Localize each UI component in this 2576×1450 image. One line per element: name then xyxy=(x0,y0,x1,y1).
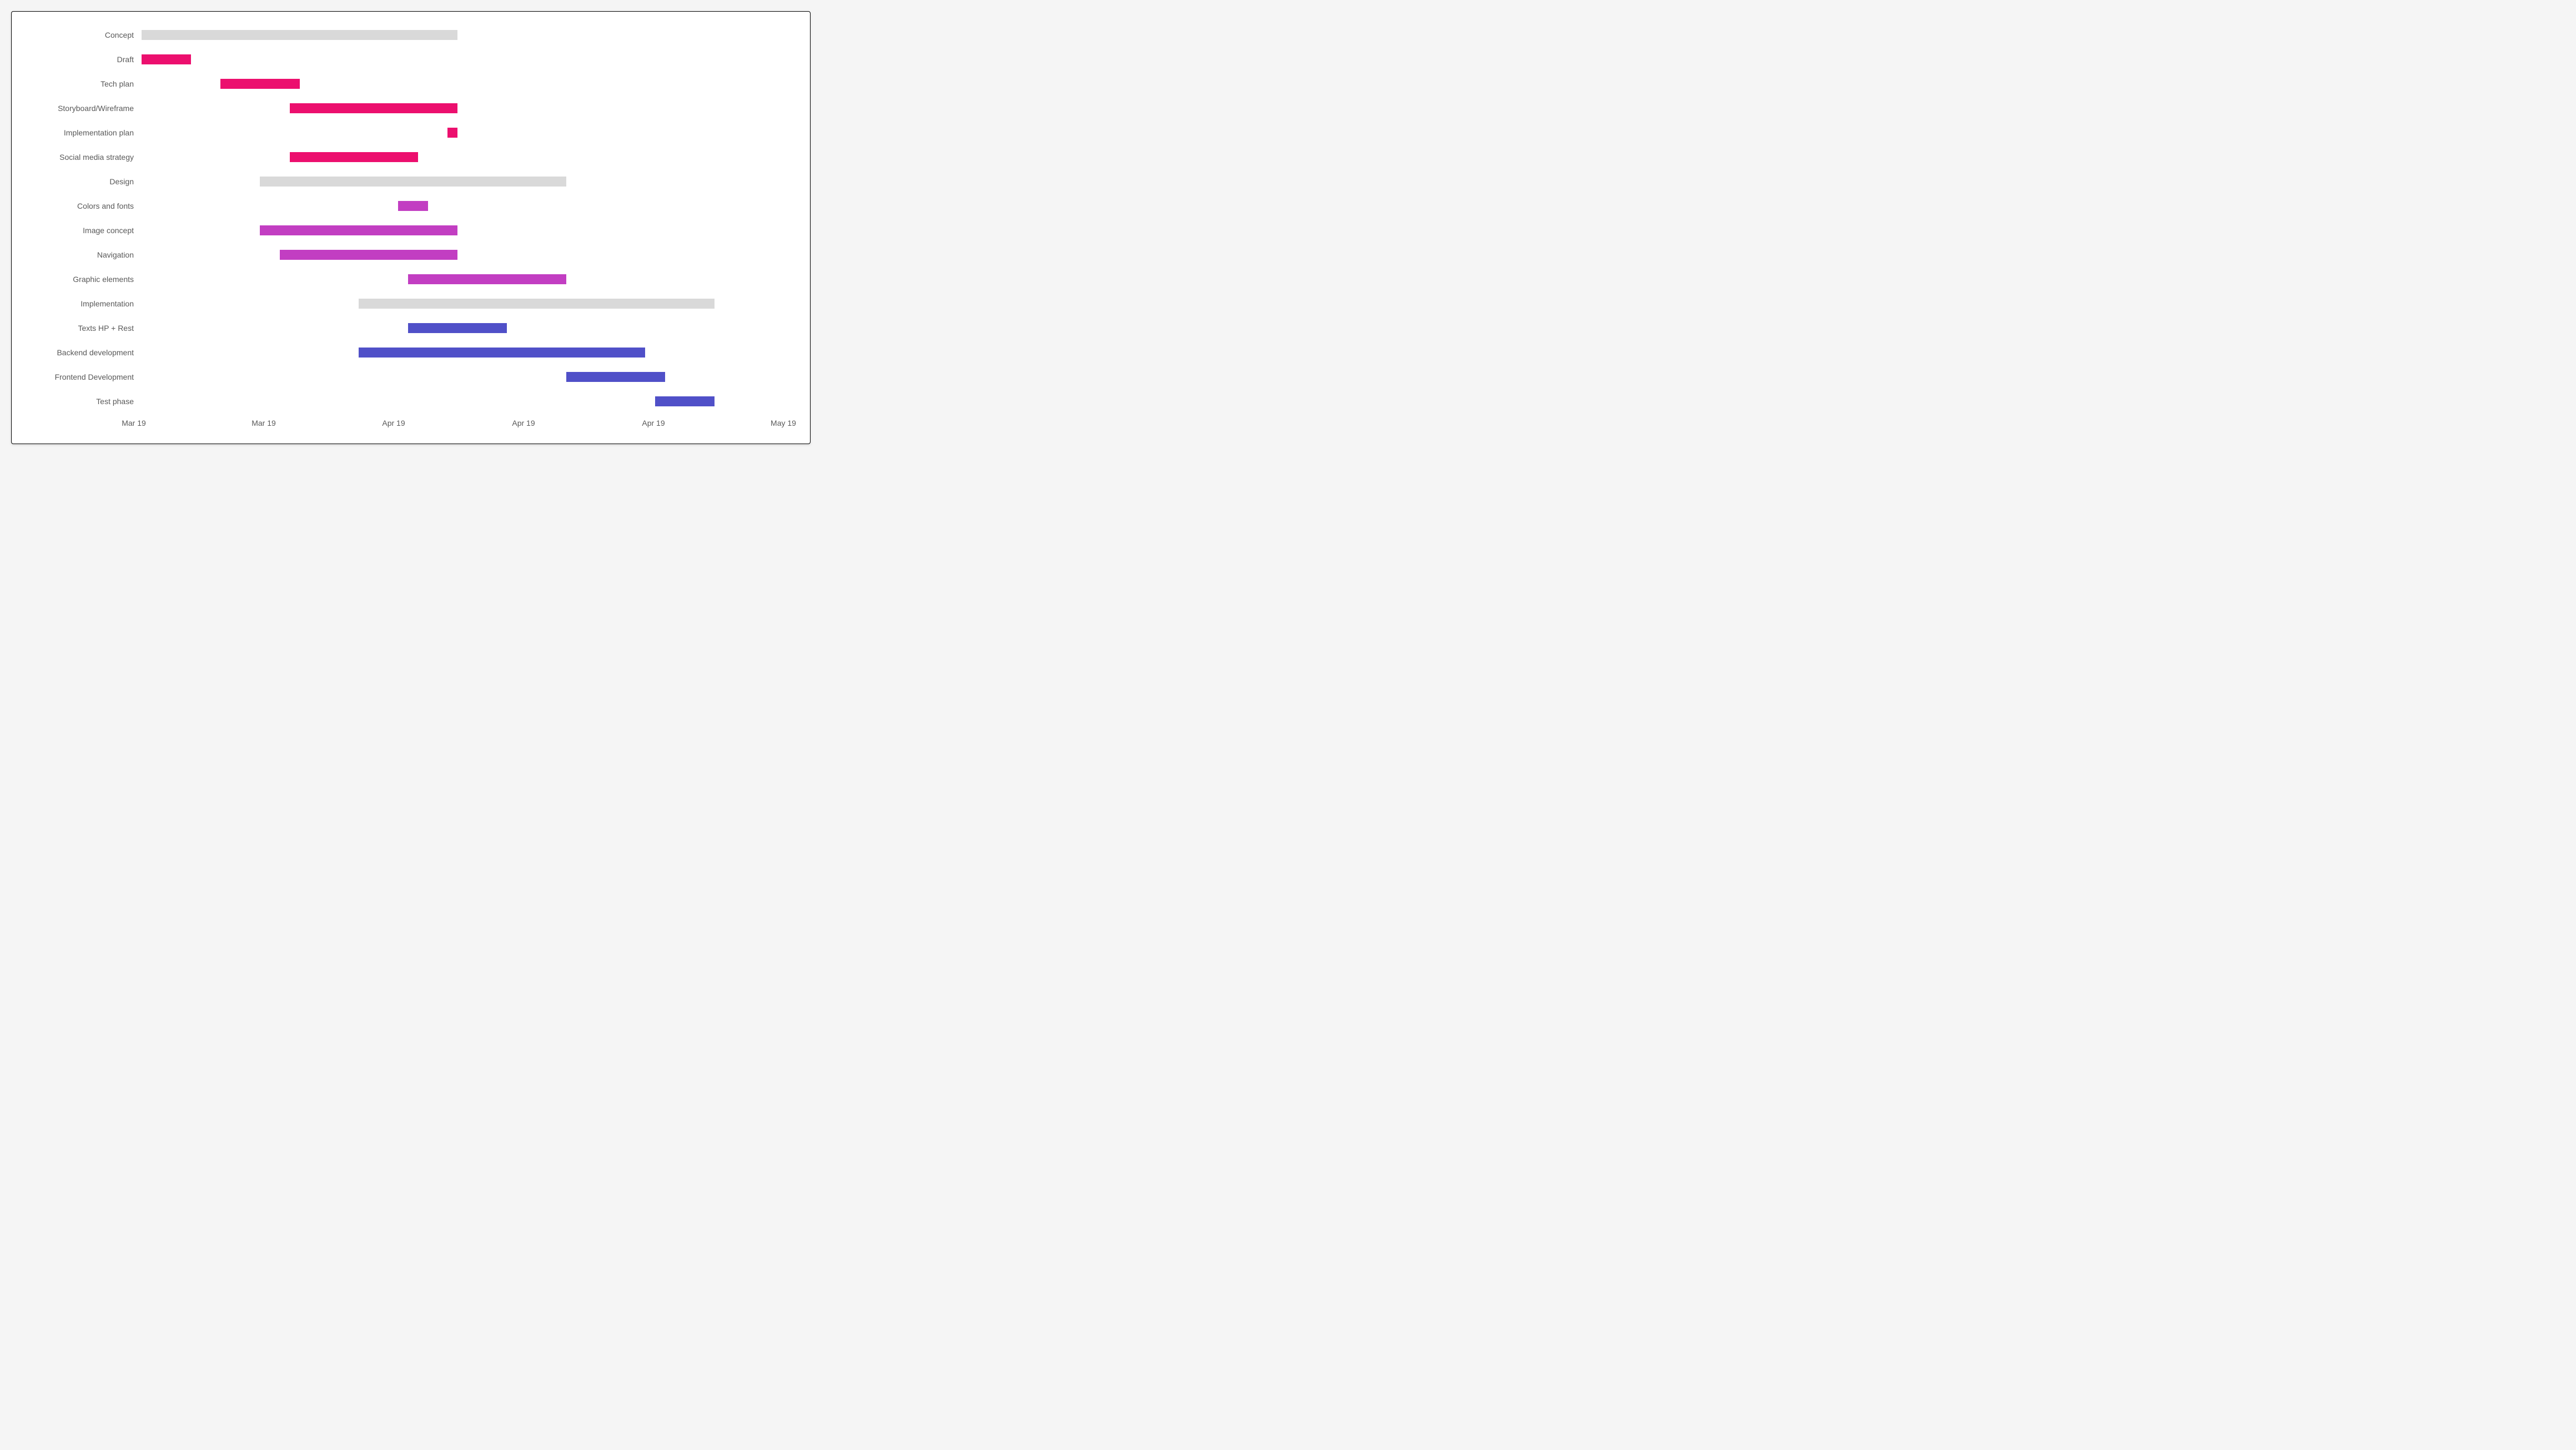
bar-track xyxy=(142,194,793,218)
task-bar xyxy=(260,177,566,187)
task-bar xyxy=(260,225,457,235)
x-tick: May 19 xyxy=(771,419,796,427)
task-label: Backend development xyxy=(17,348,142,357)
bar-track xyxy=(142,267,793,291)
bar-track xyxy=(142,365,793,389)
task-bar xyxy=(408,323,507,333)
task-label: Concept xyxy=(17,31,142,39)
bar-track xyxy=(142,291,793,316)
task-bar xyxy=(408,274,566,284)
task-bar xyxy=(290,103,457,113)
task-label: Tech plan xyxy=(17,79,142,88)
task-bar xyxy=(280,250,457,260)
task-bar xyxy=(566,372,665,382)
gantt-row: Draft xyxy=(17,47,793,72)
task-label: Colors and fonts xyxy=(17,202,142,210)
gantt-row: Colors and fonts xyxy=(17,194,793,218)
task-label: Social media strategy xyxy=(17,153,142,162)
x-axis: Mar 19Mar 19Apr 19Apr 19Apr 19May 19 xyxy=(134,415,793,431)
bar-track xyxy=(142,218,793,243)
gantt-row: Frontend Development xyxy=(17,365,793,389)
gantt-row: Social media strategy xyxy=(17,145,793,169)
task-label: Frontend Development xyxy=(17,372,142,381)
gantt-row: Navigation xyxy=(17,243,793,267)
task-label: Implementation xyxy=(17,299,142,308)
gantt-row: Image concept xyxy=(17,218,793,243)
bar-track xyxy=(142,316,793,340)
task-bar xyxy=(655,396,715,406)
task-bar xyxy=(220,79,299,89)
task-label: Storyboard/Wireframe xyxy=(17,104,142,113)
task-bar xyxy=(398,201,427,211)
gantt-row: Implementation plan xyxy=(17,120,793,145)
x-tick: Mar 19 xyxy=(122,419,146,427)
task-label: Implementation plan xyxy=(17,128,142,137)
task-label: Navigation xyxy=(17,250,142,259)
bar-track xyxy=(142,169,793,194)
task-bar xyxy=(290,152,418,162)
gantt-row: Backend development xyxy=(17,340,793,365)
bar-track xyxy=(142,340,793,365)
x-tick: Apr 19 xyxy=(642,419,665,427)
bar-track xyxy=(142,96,793,120)
bar-track xyxy=(142,243,793,267)
gantt-row: Graphic elements xyxy=(17,267,793,291)
x-tick: Mar 19 xyxy=(251,419,276,427)
bar-track xyxy=(142,145,793,169)
bar-track xyxy=(142,72,793,96)
bar-track xyxy=(142,389,793,414)
gantt-row: Design xyxy=(17,169,793,194)
chart-area: Concept Draft Tech plan Storyboard/Wirefram… xyxy=(17,23,793,438)
x-tick: Apr 19 xyxy=(512,419,535,427)
gantt-chart: Concept Draft Tech plan Storyboard/Wirefram… xyxy=(11,11,811,444)
gantt-row: Concept xyxy=(17,23,793,47)
task-bar xyxy=(359,348,645,358)
task-label: Texts HP + Rest xyxy=(17,324,142,333)
gantt-row: Texts HP + Rest xyxy=(17,316,793,340)
task-bar xyxy=(142,54,191,64)
task-label: Test phase xyxy=(17,397,142,406)
task-label: Graphic elements xyxy=(17,275,142,284)
task-bar xyxy=(447,128,457,138)
task-label: Design xyxy=(17,177,142,186)
task-label: Draft xyxy=(17,55,142,64)
gantt-row: Test phase xyxy=(17,389,793,414)
bar-track xyxy=(142,23,793,47)
bar-track xyxy=(142,47,793,72)
gantt-row: Tech plan xyxy=(17,72,793,96)
bar-track xyxy=(142,120,793,145)
task-label: Image concept xyxy=(17,226,142,235)
x-tick: Apr 19 xyxy=(382,419,405,427)
gantt-row: Implementation xyxy=(17,291,793,316)
task-bar xyxy=(142,30,457,40)
task-bar xyxy=(359,299,714,309)
gantt-row: Storyboard/Wireframe xyxy=(17,96,793,120)
